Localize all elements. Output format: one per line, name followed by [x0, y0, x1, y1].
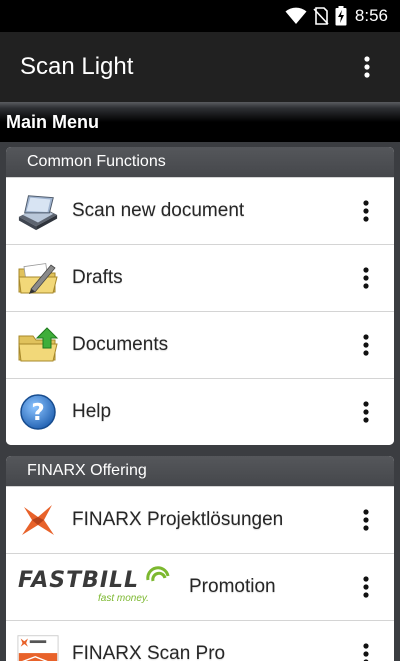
- app-bar: Scan Light: [0, 32, 400, 102]
- menu-item-label: Scan new document: [72, 200, 245, 221]
- section-header-finarx-offering: FINARX Offering: [6, 456, 394, 486]
- help-icon: ?: [17, 391, 59, 433]
- svg-text:?: ?: [31, 400, 44, 426]
- main-menu-label: Main Menu: [6, 111, 99, 132]
- documents-folder-icon: [17, 324, 59, 366]
- menu-item-label: FINARX Projektlösungen: [72, 509, 284, 530]
- menu-item-label: FINARX Scan Pro: [72, 643, 226, 661]
- item-more-vertical-icon[interactable]: [346, 629, 386, 661]
- fastbill-wordmark: FASTBILL: [18, 568, 140, 593]
- main-menu-header: Main Menu: [0, 102, 400, 142]
- item-more-vertical-icon[interactable]: [346, 495, 386, 545]
- finarx-offering-card: FINARX Offering FINARX Projektlösungen F…: [6, 456, 394, 661]
- menu-item-scan-new-document[interactable]: Scan new document: [6, 177, 394, 244]
- wifi-icon: [285, 7, 307, 25]
- item-more-vertical-icon[interactable]: [346, 320, 386, 370]
- status-bar: 8:56: [0, 0, 400, 32]
- item-more-vertical-icon[interactable]: [346, 562, 386, 612]
- menu-item-label: Promotion: [189, 576, 276, 597]
- status-time: 8:56: [354, 6, 388, 25]
- item-more-vertical-icon[interactable]: [346, 186, 386, 236]
- menu-item-label: Help: [72, 401, 112, 422]
- menu-item-documents[interactable]: Documents: [6, 311, 394, 378]
- drafts-folder-icon: [17, 257, 59, 299]
- finarx-logo-icon: [17, 499, 59, 541]
- menu-item-label: Drafts: [72, 267, 123, 288]
- menu-item-promotion[interactable]: FASTBILL fast money. Promotion: [6, 553, 394, 620]
- menu-item-drafts[interactable]: Drafts: [6, 244, 394, 311]
- menu-item-finarx-projektloesungen[interactable]: FINARX Projektlösungen: [6, 486, 394, 553]
- menu-item-finarx-scan-pro[interactable]: FINARX Scan Pro: [6, 620, 394, 661]
- finarx-scan-pro-icon: [17, 633, 59, 661]
- item-more-vertical-icon[interactable]: [346, 387, 386, 437]
- fastbill-tagline: fast money.: [98, 593, 149, 604]
- fastbill-logo: FASTBILL fast money.: [18, 566, 173, 608]
- item-more-vertical-icon[interactable]: [346, 253, 386, 303]
- common-functions-card: Common Functions Scan new document Draft…: [6, 147, 394, 445]
- scanner-icon: [17, 190, 59, 232]
- menu-item-label: Documents: [72, 334, 169, 355]
- more-vertical-icon[interactable]: [352, 47, 382, 87]
- section-header-common-functions: Common Functions: [6, 147, 394, 177]
- no-sim-icon: [313, 7, 329, 25]
- battery-charging-icon: [335, 6, 347, 26]
- app-title: Scan Light: [20, 53, 134, 80]
- menu-item-help[interactable]: ? Help: [6, 378, 394, 445]
